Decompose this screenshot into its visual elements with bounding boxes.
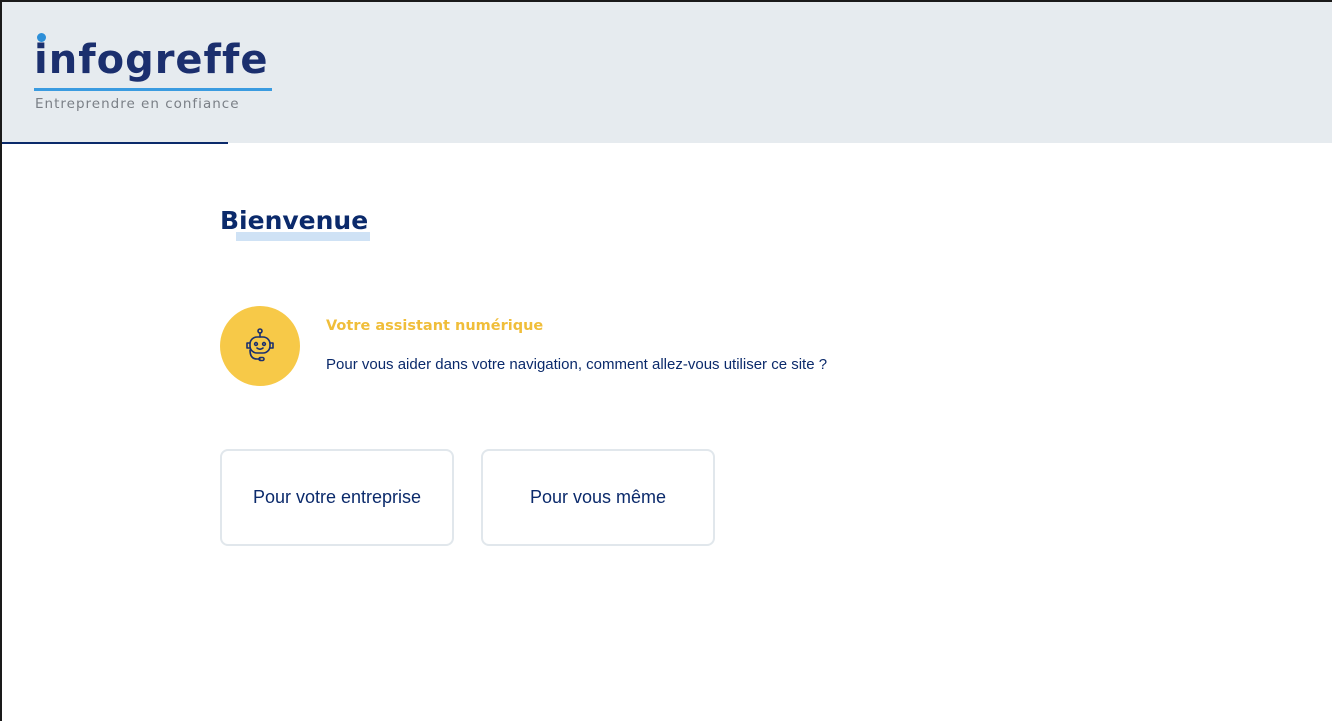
infogreffe-logo[interactable]: infogreffe Entreprendre en confiance — [34, 32, 284, 122]
page-title: Bienvenue — [220, 206, 369, 235]
header-accent-line — [2, 142, 228, 144]
assistant-title: Votre assistant numérique — [326, 318, 544, 334]
logo-underline — [34, 88, 272, 91]
robot-icon — [246, 328, 274, 362]
welcome-heading: Bienvenue — [220, 206, 370, 241]
for-your-business-button[interactable]: Pour votre entreprise — [220, 449, 454, 546]
for-yourself-button[interactable]: Pour vous même — [481, 449, 715, 546]
assistant-avatar — [220, 306, 300, 386]
logo-tagline: Entreprendre en confiance — [35, 96, 240, 112]
site-header: infogreffe Entreprendre en confiance — [2, 2, 1332, 143]
logo-wordmark: infogreffe — [34, 37, 269, 83]
assistant-message: Pour vous aider dans votre navigation, c… — [326, 356, 828, 373]
logo-dot — [37, 33, 46, 42]
